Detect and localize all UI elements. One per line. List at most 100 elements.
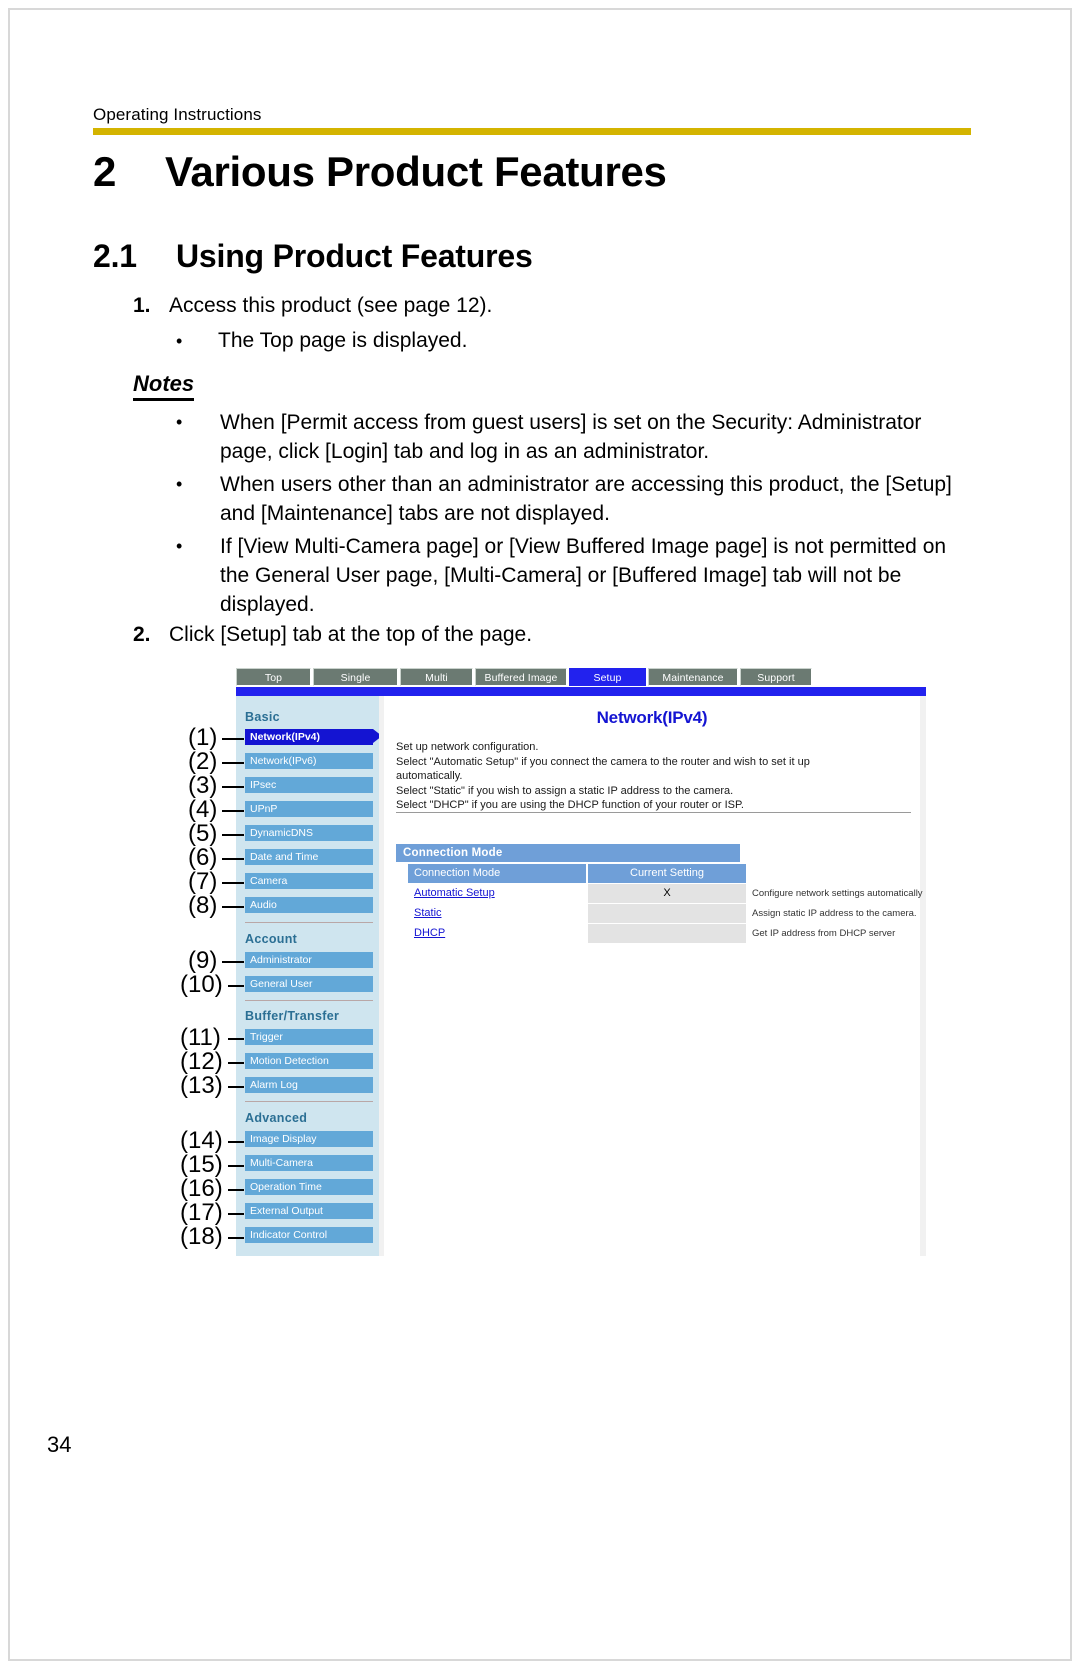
callout-13: (13) <box>180 1072 223 1099</box>
callout-15: (15) <box>180 1151 223 1178</box>
sidebar-item-ipsec[interactable]: IPsec <box>245 777 373 794</box>
leader-line-1 <box>222 738 244 740</box>
bullet-dot-icon: • <box>176 331 183 351</box>
callout-16: (16) <box>180 1175 223 1202</box>
description-line: Select "DHCP" if you are using the DHCP … <box>396 799 744 811</box>
setup-sidebar: Basic Network(IPv4) Network(IPv6) IPsec … <box>236 696 382 1256</box>
tab-bar: Top Single Multi Buffered Image Setup Ma… <box>236 668 926 688</box>
leader-line-8 <box>222 906 244 908</box>
table-row: DHCP Get IP address from DHCP server <box>408 924 911 944</box>
callout-4: (4) <box>188 796 218 823</box>
callout-12: (12) <box>180 1048 223 1075</box>
step-1-subbullet-text: The Top page is displayed. <box>218 329 468 352</box>
tab-buffered-image[interactable]: Buffered Image <box>475 668 567 686</box>
tab-maintenance[interactable]: Maintenance <box>648 668 738 686</box>
col-header-connection-mode: Connection Mode <box>408 864 586 883</box>
leader-line-18 <box>228 1237 244 1239</box>
content-divider <box>396 812 911 813</box>
sidebar-item-audio[interactable]: Audio <box>245 897 373 914</box>
tab-single[interactable]: Single <box>313 668 398 686</box>
leader-line-6 <box>222 858 244 860</box>
sidebar-item-indicator-control[interactable]: Indicator Control <box>245 1227 373 1244</box>
leader-line-2 <box>222 762 244 764</box>
sidebar-group-basic: Basic <box>245 710 280 724</box>
content-page-title: Network(IPv4) <box>596 708 708 727</box>
note-text: When [Permit access from guest users] is… <box>220 411 922 463</box>
sidebar-item-administrator[interactable]: Administrator <box>245 952 373 969</box>
tab-top[interactable]: Top <box>236 668 311 686</box>
callout-18: (18) <box>180 1223 223 1250</box>
cell-current-setting: X <box>588 884 746 903</box>
leader-line-4 <box>222 810 244 812</box>
callout-17: (17) <box>180 1199 223 1226</box>
leader-line-5 <box>222 834 244 836</box>
step-1-number: 1. <box>133 294 151 317</box>
table-row: Static Assign static IP address to the c… <box>408 904 917 924</box>
cell-mode: Automatic Setup <box>408 884 586 903</box>
setup-content-panel: Network(IPv4) Set up network configurati… <box>379 696 926 1256</box>
leader-line-17 <box>228 1213 244 1215</box>
sidebar-item-trigger[interactable]: Trigger <box>245 1029 373 1046</box>
cell-note: Configure network settings automatically <box>752 888 923 899</box>
sidebar-item-multi-camera[interactable]: Multi-Camera <box>245 1155 373 1172</box>
sidebar-item-image-display[interactable]: Image Display <box>245 1131 373 1148</box>
sidebar-item-external-output[interactable]: External Output <box>245 1203 373 1220</box>
note-item: • If [View Multi-Camera page] or [View B… <box>176 532 976 619</box>
sidebar-item-date-and-time[interactable]: Date and Time <box>245 849 373 866</box>
leader-line-14 <box>228 1141 244 1143</box>
step-2: 2. Click [Setup] tab at the top of the p… <box>133 620 953 650</box>
leader-line-12 <box>228 1062 244 1064</box>
leader-line-11 <box>228 1038 244 1040</box>
sidebar-separator <box>245 1101 373 1102</box>
sidebar-item-general-user[interactable]: General User <box>245 976 373 993</box>
tab-underline-bar <box>236 687 926 696</box>
chapter-heading: 2 Various Product Features <box>93 148 993 196</box>
sidebar-item-network-ipv6[interactable]: Network(IPv6) <box>245 753 373 770</box>
description-line: Set up network configuration. <box>396 741 539 753</box>
sidebar-item-operation-time[interactable]: Operation Time <box>245 1179 373 1196</box>
leader-line-3 <box>222 786 244 788</box>
step-2-text: Click [Setup] tab at the top of the page… <box>169 623 533 646</box>
connection-mode-section: Connection Mode Connection Mode Current … <box>396 844 923 944</box>
callout-7: (7) <box>188 868 218 895</box>
link-automatic-setup[interactable]: Automatic Setup <box>414 887 495 899</box>
sidebar-group-advanced: Advanced <box>245 1111 308 1125</box>
bullet-dot-icon: • <box>176 536 183 556</box>
leader-line-10 <box>228 985 244 987</box>
sidebar-separator <box>245 1000 373 1001</box>
tab-support[interactable]: Support <box>740 668 812 686</box>
leader-line-7 <box>222 882 244 884</box>
callout-10: (10) <box>180 971 223 998</box>
cell-current-setting <box>588 904 746 923</box>
description-line: automatically. <box>396 770 463 782</box>
tab-multi[interactable]: Multi <box>400 668 473 686</box>
tab-setup[interactable]: Setup <box>569 668 646 686</box>
sidebar-item-camera[interactable]: Camera <box>245 873 373 890</box>
sidebar-item-dynamicdns[interactable]: DynamicDNS <box>245 825 373 842</box>
sidebar-item-alarm-log[interactable]: Alarm Log <box>245 1077 373 1094</box>
step-2-number: 2. <box>133 623 151 646</box>
cell-note: Assign static IP address to the camera. <box>752 908 917 919</box>
link-dhcp[interactable]: DHCP <box>414 927 445 939</box>
callout-3: (3) <box>188 772 218 799</box>
description-line: Select "Automatic Setup" if you connect … <box>396 755 810 768</box>
cell-note: Get IP address from DHCP server <box>752 928 896 939</box>
leader-line-16 <box>228 1189 244 1191</box>
sidebar-item-network-ipv4[interactable]: Network(IPv4) <box>245 729 373 746</box>
document-page: Operating Instructions 2 Various Product … <box>0 0 1080 1669</box>
sidebar-item-upnp[interactable]: UPnP <box>245 801 373 818</box>
section-number: 2.1 <box>93 238 137 274</box>
step-1: 1. Access this product (see page 12). <box>133 291 953 321</box>
leader-line-13 <box>228 1086 244 1088</box>
col-header-current-setting: Current Setting <box>588 864 746 883</box>
step-1-text: Access this product (see page 12). <box>169 294 493 317</box>
connection-mode-table: Connection Mode Current Setting Automati… <box>408 864 923 944</box>
link-static[interactable]: Static <box>414 907 442 919</box>
setup-content-inner: Network(IPv4) Set up network configurati… <box>384 696 923 1256</box>
leader-line-15 <box>228 1165 244 1167</box>
notes-heading: Notes <box>133 371 195 401</box>
page-border-bottom <box>8 1659 1072 1661</box>
callout-1: (1) <box>188 724 218 751</box>
callout-9: (9) <box>188 947 218 974</box>
sidebar-item-motion-detection[interactable]: Motion Detection <box>245 1053 373 1070</box>
